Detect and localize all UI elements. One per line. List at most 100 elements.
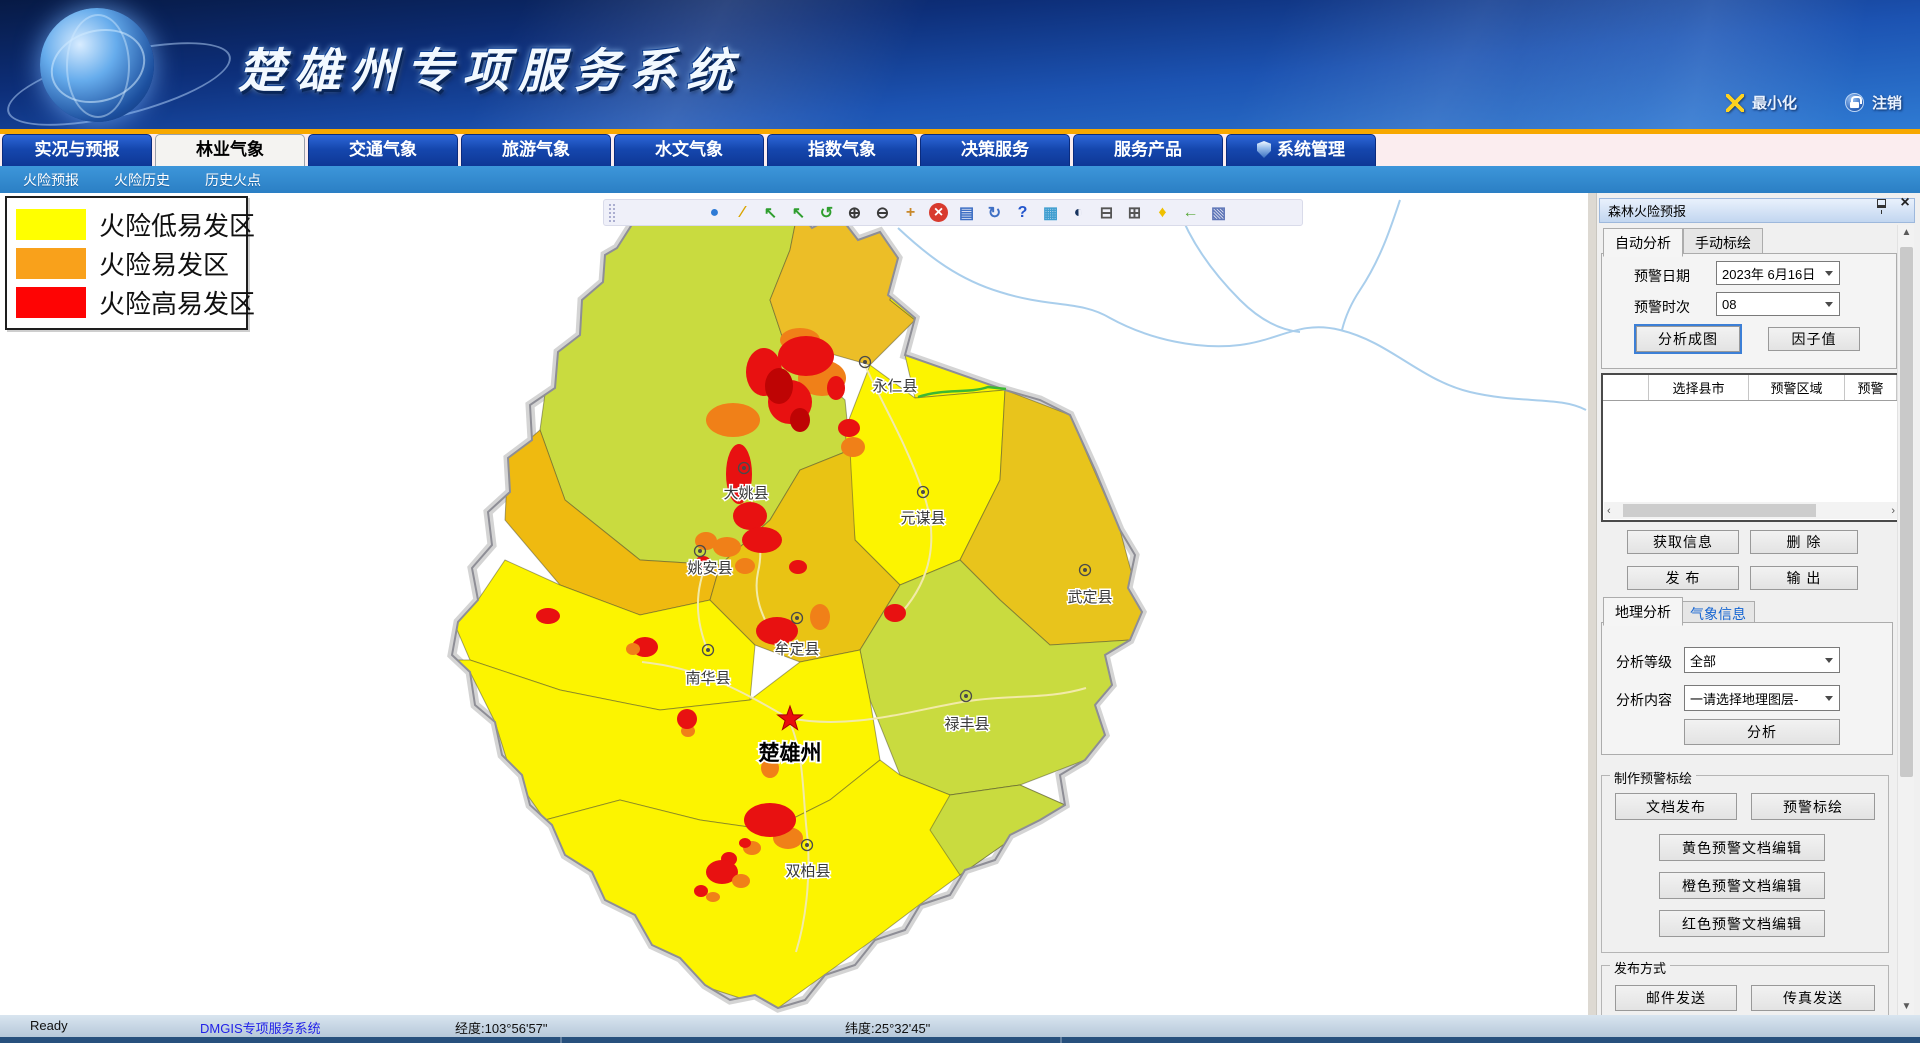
- nav-tab-水文气象[interactable]: 水文气象: [614, 134, 764, 166]
- doc-publish-button[interactable]: 文档发布: [1615, 793, 1737, 820]
- back-icon[interactable]: ←: [1179, 201, 1202, 224]
- warn-time-value: 08: [1722, 297, 1736, 312]
- table-header-cell[interactable]: 预警: [1845, 375, 1897, 400]
- county-marker-dot: [795, 616, 799, 620]
- pin-icon[interactable]: [1877, 199, 1886, 208]
- fax-send-button[interactable]: 传真发送: [1751, 985, 1875, 1011]
- logout-button[interactable]: 注销: [1845, 92, 1902, 113]
- delete-button[interactable]: 删 除: [1750, 530, 1858, 554]
- sub-tab-火险预报[interactable]: 火险预报: [23, 170, 79, 190]
- print-icon[interactable]: ⊟: [1095, 201, 1118, 224]
- hscroll-thumb[interactable]: [1623, 504, 1816, 517]
- export-button[interactable]: 输 出: [1750, 566, 1858, 590]
- select-feature-icon[interactable]: ↖: [759, 201, 782, 224]
- tab-geo-analysis[interactable]: 地理分析: [1603, 597, 1683, 626]
- river-line: [1178, 208, 1300, 332]
- sub-tab-火险历史[interactable]: 火险历史: [114, 170, 170, 190]
- county-marker-dot: [805, 843, 809, 847]
- pan-icon[interactable]: +: [899, 201, 922, 224]
- minimize-icon: [1726, 94, 1744, 112]
- stop-icon[interactable]: ×: [929, 203, 948, 222]
- table-header-cell[interactable]: 预警区域: [1749, 375, 1845, 400]
- legend-label: 火险低易发区: [99, 206, 255, 243]
- measure-ruler-icon[interactable]: ∕: [731, 201, 754, 224]
- tab-auto-analysis[interactable]: 自动分析: [1603, 228, 1683, 257]
- nav-tab-旅游气象[interactable]: 旅游气象: [461, 134, 611, 166]
- fire-risk-spot-orange: [695, 532, 717, 550]
- nav-tab-服务产品[interactable]: 服务产品: [1073, 134, 1223, 166]
- county-label-元谋县: 元谋县: [900, 510, 945, 527]
- status-system-link[interactable]: DMGIS专项服务系统: [200, 1018, 321, 1037]
- fire-risk-spot-orange: [706, 403, 760, 437]
- deselect-icon[interactable]: ↺: [815, 201, 838, 224]
- analysis-level-select[interactable]: 全部: [1684, 647, 1840, 673]
- status-latitude: 纬度:25°32'45": [845, 1018, 930, 1037]
- nav-tab-实况与预报[interactable]: 实况与预报: [2, 134, 152, 166]
- scroll-left-arrow[interactable]: ‹: [1607, 505, 1611, 517]
- table-header-cell[interactable]: 选择县市: [1649, 375, 1749, 400]
- night-globe-icon[interactable]: ◐: [1067, 201, 1090, 224]
- warn-date-select[interactable]: 2023年 6月16日: [1716, 261, 1840, 285]
- email-send-button[interactable]: 邮件发送: [1615, 985, 1737, 1011]
- factor-value-button[interactable]: 因子值: [1768, 327, 1860, 351]
- scroll-down-arrow[interactable]: ▼: [1898, 999, 1915, 1015]
- prefecture-regions: [455, 200, 1142, 1008]
- panel-vscrollbar[interactable]: ▲ ▼: [1897, 225, 1914, 1015]
- county-marker-dot: [921, 490, 925, 494]
- county-marker-dot: [698, 549, 702, 553]
- warning-plot-button[interactable]: 预警标绘: [1751, 793, 1875, 820]
- orange-warning-doc-edit-button[interactable]: 橙色预警文档编辑: [1659, 872, 1825, 899]
- analysis-content-label: 分析内容: [1616, 690, 1672, 710]
- analysis-content-select[interactable]: 一请选择地理图层-: [1684, 685, 1840, 711]
- vscroll-thumb[interactable]: [1900, 247, 1913, 777]
- close-icon[interactable]: ×: [1897, 194, 1913, 214]
- red-warning-doc-edit-button[interactable]: 红色预警文档编辑: [1659, 910, 1825, 937]
- map-canvas[interactable]: 永仁县元谋县大姚县姚安县武定县南华县牟定县禄丰县双柏县楚雄州 火险低易发区火险易…: [0, 193, 1588, 1015]
- nav-tab-决策服务[interactable]: 决策服务: [920, 134, 1070, 166]
- globe-icon[interactable]: ●: [703, 201, 726, 224]
- county-marker-dot: [1083, 568, 1087, 572]
- logout-label: 注销: [1872, 92, 1902, 113]
- county-label-禄丰县: 禄丰县: [944, 716, 989, 733]
- get-info-button[interactable]: 获取信息: [1627, 530, 1739, 554]
- minimize-button[interactable]: 最小化: [1726, 92, 1797, 113]
- table-hscrollbar[interactable]: ‹ ›: [1604, 502, 1898, 519]
- application-window: 楚雄州专项服务系统 最小化 注销 实况与预报林业气象交通气象旅游气象水文气象指数…: [0, 0, 1920, 1043]
- print-setup-icon[interactable]: ⊞: [1123, 201, 1146, 224]
- analyze-map-button[interactable]: 分析成图: [1636, 326, 1740, 352]
- fire-risk-spot-red: [789, 560, 807, 574]
- warn-date-value: 2023年 6月16日: [1722, 264, 1815, 283]
- refresh-page-icon[interactable]: ↻: [983, 201, 1006, 224]
- nav-tab-指数气象[interactable]: 指数气象: [767, 134, 917, 166]
- zoom-out-icon[interactable]: ⊖: [871, 201, 894, 224]
- publish-button[interactable]: 发 布: [1627, 566, 1739, 590]
- yellow-warning-doc-edit-button[interactable]: 黄色预警文档编辑: [1659, 834, 1825, 861]
- legend-swatch: [16, 287, 86, 318]
- county-label-双柏县: 双柏县: [785, 863, 830, 880]
- county-label-牟定县: 牟定县: [774, 641, 819, 658]
- analyze-button[interactable]: 分析: [1684, 719, 1840, 745]
- map-layout-icon[interactable]: ▧: [1207, 201, 1230, 224]
- pushpin-icon[interactable]: ♦: [1151, 201, 1174, 224]
- select-arrow-icon[interactable]: ↖: [787, 201, 810, 224]
- warn-time-label: 预警时次: [1634, 297, 1690, 317]
- toolbar-grip[interactable]: [609, 204, 615, 222]
- zoom-in-icon[interactable]: ⊕: [843, 201, 866, 224]
- warning-table[interactable]: 选择县市预警区域预警 ‹ ›: [1601, 373, 1901, 522]
- map-toolbar: ●∕↖↖↺⊕⊖+×▤↻?▦◐⊟⊞♦←▧: [603, 199, 1303, 226]
- table-header-cell[interactable]: [1603, 375, 1649, 400]
- export-image-icon[interactable]: ▦: [1039, 201, 1062, 224]
- identify-icon[interactable]: ?: [1011, 201, 1034, 224]
- nav-tab-系统管理[interactable]: 系统管理: [1226, 134, 1376, 166]
- scroll-up-arrow[interactable]: ▲: [1898, 225, 1915, 241]
- sub-tab-bar: 火险预报 火险历史 历史火点: [0, 166, 1920, 193]
- overview-window-icon[interactable]: ▤: [955, 201, 978, 224]
- warn-time-select[interactable]: 08: [1716, 292, 1840, 316]
- scroll-right-arrow[interactable]: ›: [1891, 505, 1895, 517]
- panel-splitter[interactable]: [1588, 193, 1596, 1015]
- lock-icon: [1845, 93, 1864, 112]
- nav-tab-交通气象[interactable]: 交通气象: [308, 134, 458, 166]
- nav-tab-林业气象[interactable]: 林业气象: [155, 134, 305, 170]
- sub-tab-历史火点[interactable]: 历史火点: [205, 170, 261, 190]
- status-ready: Ready: [30, 1018, 68, 1033]
